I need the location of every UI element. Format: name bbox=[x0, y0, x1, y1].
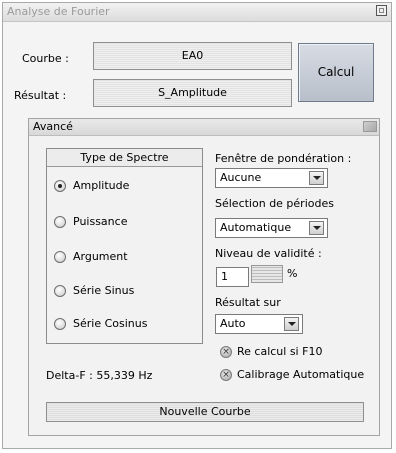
radio-label-puissance: Puissance bbox=[73, 215, 128, 228]
period-selection-label: Sélection de périodes bbox=[215, 197, 334, 210]
advanced-panel-header[interactable]: Avancé bbox=[29, 119, 379, 136]
result-on-value: Auto bbox=[220, 317, 246, 330]
spectrum-type-group: Type de Spectre bbox=[46, 148, 203, 344]
radio-label-amplitude: Amplitude bbox=[73, 179, 130, 192]
close-icon[interactable] bbox=[376, 5, 387, 16]
radio-label-argument: Argument bbox=[73, 250, 128, 263]
validity-level-label: Niveau de validité : bbox=[215, 247, 322, 260]
result-on-select[interactable]: Auto bbox=[215, 314, 303, 334]
window-weighting-select[interactable]: Aucune bbox=[215, 168, 328, 188]
radio-icon[interactable] bbox=[54, 251, 66, 263]
period-selection-select[interactable]: Automatique bbox=[215, 218, 328, 238]
radio-icon[interactable] bbox=[54, 216, 66, 228]
result-field[interactable]: S_Amplitude bbox=[93, 79, 292, 107]
x-check-icon[interactable]: × bbox=[220, 369, 232, 381]
title-bar[interactable]: Analyse de Fourier bbox=[3, 3, 391, 22]
calcul-button[interactable]: Calcul bbox=[298, 43, 374, 102]
spinner-icon[interactable] bbox=[251, 265, 283, 283]
window-title: Analyse de Fourier bbox=[7, 5, 110, 18]
radio-icon[interactable] bbox=[54, 285, 66, 297]
advanced-title: Avancé bbox=[33, 120, 73, 133]
chevron-down-icon[interactable] bbox=[284, 317, 299, 331]
recalc-label: Re calcul si F10 bbox=[237, 345, 323, 358]
radio-label-serie-cosinus: Série Cosinus bbox=[73, 317, 148, 330]
chevron-down-icon[interactable] bbox=[309, 221, 324, 235]
curve-field[interactable]: EA0 bbox=[93, 42, 292, 70]
spectrum-type-title: Type de Spectre bbox=[47, 149, 202, 167]
validity-level-input[interactable]: 1 bbox=[216, 267, 249, 287]
window-weighting-label: Fenêtre de pondération : bbox=[215, 152, 352, 165]
x-check-icon[interactable]: × bbox=[220, 346, 232, 358]
radio-checked-icon[interactable] bbox=[54, 180, 66, 192]
curve-label: Courbe : bbox=[22, 52, 69, 65]
delta-f-readout: Delta-F : 55,339 Hz bbox=[46, 369, 153, 382]
window-weighting-value: Aucune bbox=[220, 171, 262, 184]
result-on-label: Résultat sur bbox=[215, 296, 281, 309]
collapse-icon[interactable] bbox=[363, 121, 377, 132]
new-curve-button[interactable]: Nouvelle Courbe bbox=[46, 402, 364, 422]
calibration-label: Calibrage Automatique bbox=[237, 368, 365, 381]
result-label: Résultat : bbox=[14, 89, 67, 102]
validity-unit: % bbox=[287, 267, 298, 280]
chevron-down-icon[interactable] bbox=[309, 171, 324, 185]
radio-label-serie-sinus: Série Sinus bbox=[73, 284, 135, 297]
period-selection-value: Automatique bbox=[220, 221, 292, 234]
radio-icon[interactable] bbox=[54, 318, 66, 330]
